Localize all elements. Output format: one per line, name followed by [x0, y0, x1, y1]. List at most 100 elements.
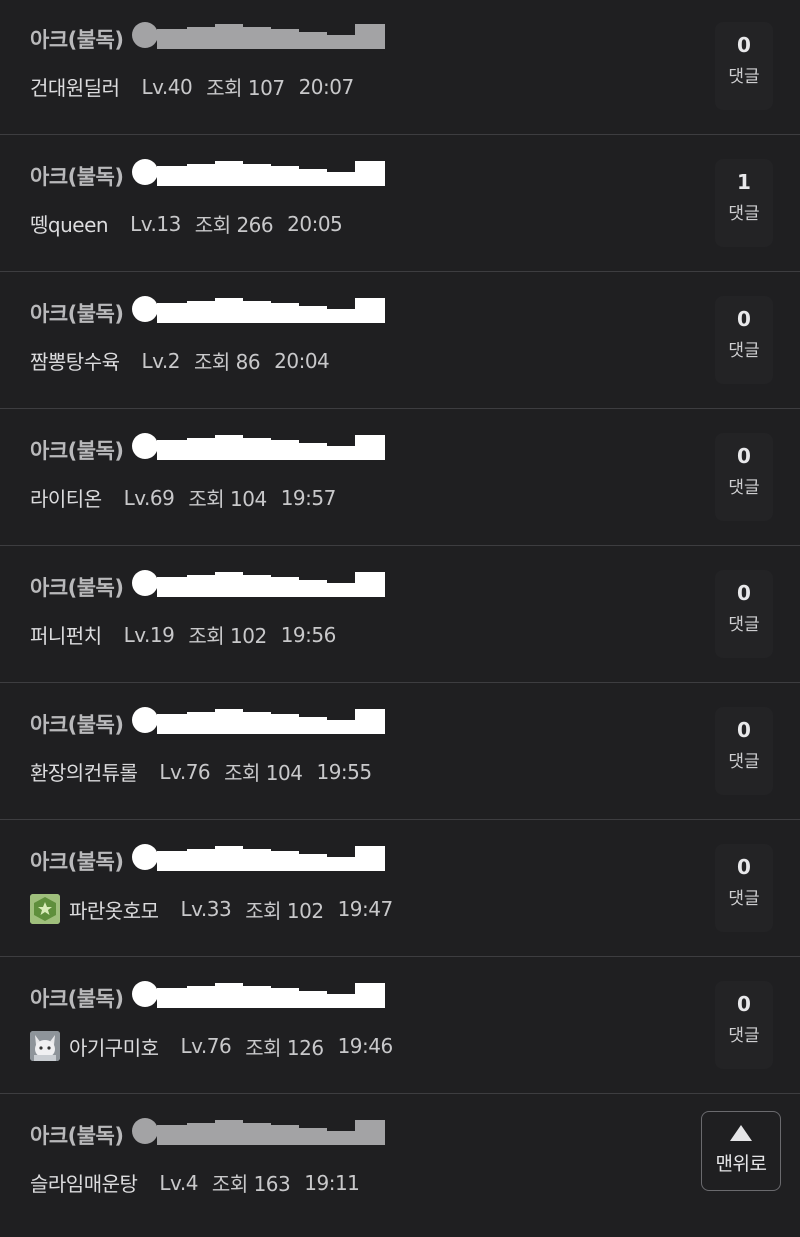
board-name: 아크(불독)	[30, 439, 124, 463]
view-count: 조회 126	[245, 1035, 324, 1060]
author-level: Lv.76	[180, 1034, 232, 1058]
author-level: Lv.40	[141, 74, 193, 99]
post-meta: 짬뽕탕수육 Lv.2 조회 86 20:04	[30, 346, 330, 375]
comment-count-box[interactable]: 0 댓글	[715, 707, 773, 795]
board-name: 아크(불독)	[30, 165, 124, 189]
post-list-item[interactable]: 아크(불독) 건대원딜러 Lv.40 조회 107 20:07 0 댓글	[0, 0, 800, 135]
comment-count: 0	[737, 581, 751, 605]
post-list-item[interactable]: 아크(불독) 퍼니펀치 Lv.19 조회 102 19:56 0 댓글	[0, 546, 800, 683]
view-count: 조회 266	[194, 213, 274, 237]
view-count: 조회 163	[211, 1172, 291, 1196]
post-time: 20:05	[287, 211, 343, 236]
post-list-item[interactable]: 아크(불독) 아기구미호 Lv.76 조회 126 19:46 0 댓글	[0, 957, 800, 1094]
post-list-item[interactable]: 아크(불독) 짬뽕탕수육 Lv.2 조회 86 20:04 0 댓글	[0, 272, 800, 409]
post-list-item[interactable]: 아크(불독) 뗑queen Lv.13 조회 266 20:05 1 댓글	[0, 135, 800, 272]
author-name[interactable]: 짬뽕탕수육	[30, 346, 120, 375]
redacted-title	[132, 159, 385, 186]
board-name: 아크(불독)	[30, 713, 124, 737]
comment-label: 댓글	[728, 889, 760, 909]
redacted-title	[132, 844, 385, 871]
comment-count: 0	[737, 444, 751, 468]
board-name: 아크(불독)	[30, 302, 124, 326]
scroll-to-top-button[interactable]: 맨위로	[701, 1111, 781, 1191]
comment-count-box[interactable]: 0 댓글	[715, 844, 773, 932]
post-time: 20:04	[274, 348, 330, 373]
comment-label: 댓글	[728, 67, 760, 87]
redacted-title	[132, 1118, 385, 1145]
author-name[interactable]: 라이티온	[30, 483, 102, 512]
comment-count: 0	[737, 307, 751, 331]
view-count: 조회 104	[188, 487, 267, 511]
post-meta: 슬라임매운탕 Lv.4 조회 163 19:11	[30, 1168, 360, 1197]
post-meta: 환장의컨튜롤 Lv.76 조회 104 19:55	[30, 757, 372, 786]
post-meta: 뗑queen Lv.13 조회 266 20:05	[30, 209, 343, 238]
author-level: Lv.33	[180, 897, 232, 921]
post-meta: 라이티온 Lv.69 조회 104 19:57	[30, 483, 336, 512]
board-name: 아크(불독)	[30, 28, 124, 52]
post-time: 19:47	[337, 897, 394, 921]
post-time: 19:56	[280, 622, 337, 647]
comment-count: 0	[737, 33, 751, 57]
redacted-title	[132, 22, 385, 49]
board-name: 아크(불독)	[30, 576, 124, 600]
comment-count-box[interactable]: 0 댓글	[715, 981, 773, 1069]
post-time: 19:57	[280, 485, 337, 510]
view-count: 조회 102	[188, 624, 267, 648]
post-time: 19:46	[337, 1034, 394, 1058]
green-badge-icon	[30, 894, 60, 924]
author-name[interactable]: 슬라임매운탕	[30, 1168, 138, 1197]
board-name: 아크(불독)	[30, 850, 124, 874]
author-level: Lv.2	[141, 348, 181, 373]
comment-count: 1	[737, 170, 751, 194]
redacted-title	[132, 707, 385, 734]
fox-avatar-icon	[30, 1031, 60, 1061]
comment-count: 0	[737, 992, 751, 1016]
post-time: 19:11	[304, 1170, 360, 1195]
post-time: 19:55	[316, 759, 372, 784]
comment-label: 댓글	[728, 204, 760, 224]
post-list-item[interactable]: 아크(불독) 라이티온 Lv.69 조회 104 19:57 0 댓글	[0, 409, 800, 546]
author-level: Lv.13	[130, 211, 181, 236]
author-level: Lv.76	[159, 759, 211, 784]
author-level: Lv.4	[159, 1170, 198, 1195]
author-name[interactable]: 뗑queen	[30, 209, 109, 238]
post-meta: 파란옷호모 Lv.33 조회 102 19:47	[30, 894, 393, 924]
up-arrow-icon	[730, 1125, 752, 1141]
post-list-item[interactable]: 아크(불독) 환장의컨튜롤 Lv.76 조회 104 19:55 0 댓글	[0, 683, 800, 820]
redacted-title	[132, 981, 385, 1008]
author-level: Lv.19	[123, 622, 175, 647]
post-meta: 퍼니펀치 Lv.19 조회 102 19:56	[30, 620, 336, 649]
view-count: 조회 107	[206, 76, 285, 100]
post-time: 20:07	[298, 74, 355, 99]
comment-count: 0	[737, 718, 751, 742]
redacted-title	[132, 433, 385, 460]
view-count: 조회 104	[224, 761, 303, 785]
post-list-item[interactable]: 아크(불독) 파란옷호모 Lv.33 조회 102 19:47 0 댓글	[0, 820, 800, 957]
board-name: 아크(불독)	[30, 987, 124, 1011]
comment-label: 댓글	[728, 752, 760, 772]
post-meta: 아기구미호 Lv.76 조회 126 19:46	[30, 1031, 393, 1061]
comment-label: 댓글	[728, 478, 760, 498]
comment-label: 댓글	[728, 1026, 760, 1046]
scroll-to-top-label: 맨위로	[715, 1153, 767, 1175]
comment-count-box[interactable]: 0 댓글	[715, 433, 773, 521]
author-name[interactable]: 파란옷호모	[69, 895, 159, 924]
redacted-title	[132, 570, 385, 597]
comment-count: 0	[737, 855, 751, 879]
comment-count-box[interactable]: 0 댓글	[715, 296, 773, 384]
view-count: 조회 86	[194, 350, 261, 374]
post-list-item[interactable]: 아크(불독) 슬라임매운탕 Lv.4 조회 163 19:11	[0, 1094, 800, 1231]
comment-label: 댓글	[728, 341, 760, 361]
board-name: 아크(불독)	[30, 1124, 124, 1148]
comment-count-box[interactable]: 0 댓글	[715, 570, 773, 658]
comment-count-box[interactable]: 1 댓글	[715, 159, 773, 247]
view-count: 조회 102	[245, 898, 324, 923]
author-name[interactable]: 아기구미호	[69, 1032, 159, 1061]
author-name[interactable]: 건대원딜러	[30, 72, 120, 101]
comment-count-box[interactable]: 0 댓글	[715, 22, 773, 110]
comment-label: 댓글	[728, 615, 760, 635]
author-name[interactable]: 퍼니펀치	[30, 620, 102, 649]
author-name[interactable]: 환장의컨튜롤	[30, 757, 138, 786]
author-level: Lv.69	[123, 485, 175, 510]
redacted-title	[132, 296, 385, 323]
